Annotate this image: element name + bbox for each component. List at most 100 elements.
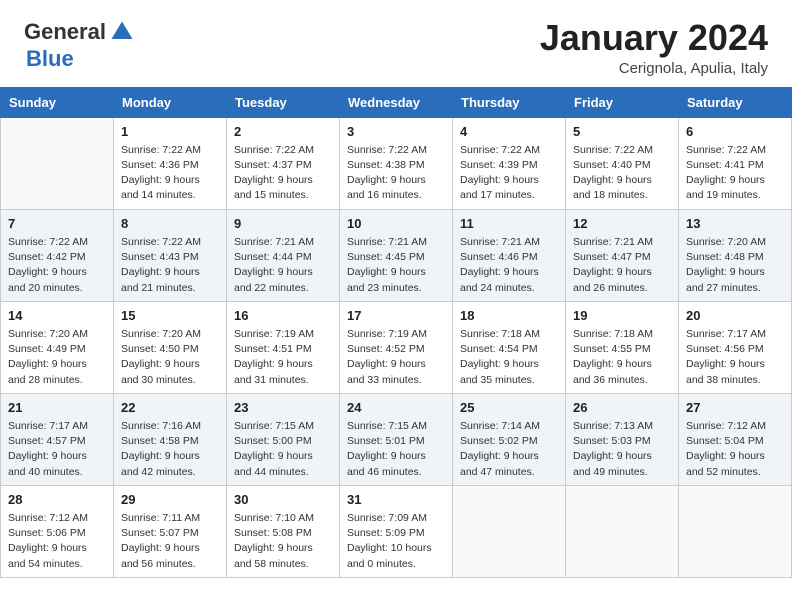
col-header-monday: Monday xyxy=(114,87,227,117)
col-header-wednesday: Wednesday xyxy=(340,87,453,117)
calendar-cell: 5 Sunrise: 7:22 AMSunset: 4:40 PMDaylight… xyxy=(566,117,679,209)
day-info: Sunrise: 7:18 AMSunset: 4:54 PMDaylight:… xyxy=(460,327,558,388)
day-number: 21 xyxy=(8,399,106,417)
day-number: 23 xyxy=(234,399,332,417)
day-number: 10 xyxy=(347,215,445,233)
calendar-cell: 1 Sunrise: 7:22 AMSunset: 4:36 PMDaylight… xyxy=(114,117,227,209)
day-number: 18 xyxy=(460,307,558,325)
calendar-cell: 8Sunrise: 7:22 AMSunset: 4:43 PMDaylight… xyxy=(114,209,227,301)
col-header-friday: Friday xyxy=(566,87,679,117)
calendar-cell xyxy=(1,117,114,209)
day-number: 24 xyxy=(347,399,445,417)
logo-general: General xyxy=(24,19,106,45)
day-info: Sunrise: 7:22 AMSunset: 4:37 PMDaylight:… xyxy=(234,143,332,204)
calendar-cell: 27Sunrise: 7:12 AMSunset: 5:04 PMDayligh… xyxy=(679,393,792,485)
day-number: 17 xyxy=(347,307,445,325)
day-number: 5 xyxy=(573,123,671,141)
day-number: 31 xyxy=(347,491,445,509)
day-number: 14 xyxy=(8,307,106,325)
logo-blue: Blue xyxy=(26,46,74,71)
col-header-sunday: Sunday xyxy=(1,87,114,117)
day-info: Sunrise: 7:16 AMSunset: 4:58 PMDaylight:… xyxy=(121,419,219,480)
day-info: Sunrise: 7:15 AMSunset: 5:01 PMDaylight:… xyxy=(347,419,445,480)
day-number: 8 xyxy=(121,215,219,233)
calendar-cell: 23Sunrise: 7:15 AMSunset: 5:00 PMDayligh… xyxy=(227,393,340,485)
day-info: Sunrise: 7:14 AMSunset: 5:02 PMDaylight:… xyxy=(460,419,558,480)
day-info: Sunrise: 7:12 AMSunset: 5:04 PMDaylight:… xyxy=(686,419,784,480)
day-info: Sunrise: 7:11 AMSunset: 5:07 PMDaylight:… xyxy=(121,511,219,572)
day-number: 6 xyxy=(686,123,784,141)
day-number: 19 xyxy=(573,307,671,325)
day-number: 20 xyxy=(686,307,784,325)
calendar-cell: 25Sunrise: 7:14 AMSunset: 5:02 PMDayligh… xyxy=(453,393,566,485)
day-info: Sunrise: 7:17 AMSunset: 4:57 PMDaylight:… xyxy=(8,419,106,480)
day-number: 28 xyxy=(8,491,106,509)
calendar-cell: 17Sunrise: 7:19 AMSunset: 4:52 PMDayligh… xyxy=(340,301,453,393)
page-header: General Blue January 2024 Cerignola, Apu… xyxy=(0,0,792,87)
day-number: 11 xyxy=(460,215,558,233)
logo-icon xyxy=(108,18,136,46)
day-info: Sunrise: 7:20 AMSunset: 4:50 PMDaylight:… xyxy=(121,327,219,388)
calendar-cell: 22Sunrise: 7:16 AMSunset: 4:58 PMDayligh… xyxy=(114,393,227,485)
col-header-tuesday: Tuesday xyxy=(227,87,340,117)
calendar-cell: 4 Sunrise: 7:22 AMSunset: 4:39 PMDaylight… xyxy=(453,117,566,209)
calendar-cell: 10 Sunrise: 7:21 AMSunset: 4:45 PMDayligh… xyxy=(340,209,453,301)
day-info: Sunrise: 7:12 AMSunset: 5:06 PMDaylight:… xyxy=(8,511,106,572)
day-info: Sunrise: 7:21 AMSunset: 4:45 PMDaylight:… xyxy=(347,235,445,296)
calendar-cell: 28 Sunrise: 7:12 AMSunset: 5:06 PMDayligh… xyxy=(1,485,114,577)
day-number: 13 xyxy=(686,215,784,233)
calendar-cell: 7Sunrise: 7:22 AMSunset: 4:42 PMDaylight… xyxy=(1,209,114,301)
day-number: 29 xyxy=(121,491,219,509)
day-number: 1 xyxy=(121,123,219,141)
day-number: 26 xyxy=(573,399,671,417)
calendar-cell: 13Sunrise: 7:20 AMSunset: 4:48 PMDayligh… xyxy=(679,209,792,301)
calendar-cell: 30 Sunrise: 7:10 AMSunset: 5:08 PMDayligh… xyxy=(227,485,340,577)
calendar-cell: 26 Sunrise: 7:13 AMSunset: 5:03 PMDayligh… xyxy=(566,393,679,485)
day-info: Sunrise: 7:18 AMSunset: 4:55 PMDaylight:… xyxy=(573,327,671,388)
day-info: Sunrise: 7:21 AMSunset: 4:44 PMDaylight:… xyxy=(234,235,332,296)
calendar-cell: 15 Sunrise: 7:20 AMSunset: 4:50 PMDayligh… xyxy=(114,301,227,393)
day-number: 3 xyxy=(347,123,445,141)
day-info: Sunrise: 7:21 AMSunset: 4:47 PMDaylight:… xyxy=(573,235,671,296)
logo: General Blue xyxy=(24,18,136,72)
day-number: 7 xyxy=(8,215,106,233)
day-info: Sunrise: 7:22 AMSunset: 4:38 PMDaylight:… xyxy=(347,143,445,204)
day-info: Sunrise: 7:17 AMSunset: 4:56 PMDaylight:… xyxy=(686,327,784,388)
calendar-cell: 12 Sunrise: 7:21 AMSunset: 4:47 PMDayligh… xyxy=(566,209,679,301)
day-info: Sunrise: 7:22 AMSunset: 4:39 PMDaylight:… xyxy=(460,143,558,204)
calendar-cell: 11 Sunrise: 7:21 AMSunset: 4:46 PMDayligh… xyxy=(453,209,566,301)
day-info: Sunrise: 7:09 AMSunset: 5:09 PMDaylight:… xyxy=(347,511,445,572)
day-info: Sunrise: 7:22 AMSunset: 4:36 PMDaylight:… xyxy=(121,143,219,204)
calendar-table: SundayMondayTuesdayWednesdayThursdayFrid… xyxy=(0,87,792,578)
calendar-cell: 20 Sunrise: 7:17 AMSunset: 4:56 PMDayligh… xyxy=(679,301,792,393)
day-number: 9 xyxy=(234,215,332,233)
calendar-cell: 2 Sunrise: 7:22 AMSunset: 4:37 PMDaylight… xyxy=(227,117,340,209)
day-info: Sunrise: 7:13 AMSunset: 5:03 PMDaylight:… xyxy=(573,419,671,480)
day-number: 2 xyxy=(234,123,332,141)
calendar-cell xyxy=(453,485,566,577)
day-info: Sunrise: 7:22 AMSunset: 4:41 PMDaylight:… xyxy=(686,143,784,204)
day-number: 16 xyxy=(234,307,332,325)
day-number: 30 xyxy=(234,491,332,509)
day-number: 4 xyxy=(460,123,558,141)
day-number: 12 xyxy=(573,215,671,233)
day-info: Sunrise: 7:20 AMSunset: 4:49 PMDaylight:… xyxy=(8,327,106,388)
calendar-cell: 31 Sunrise: 7:09 AMSunset: 5:09 PMDayligh… xyxy=(340,485,453,577)
day-number: 15 xyxy=(121,307,219,325)
calendar-cell: 29 Sunrise: 7:11 AMSunset: 5:07 PMDayligh… xyxy=(114,485,227,577)
day-info: Sunrise: 7:21 AMSunset: 4:46 PMDaylight:… xyxy=(460,235,558,296)
month-title: January 2024 xyxy=(540,18,768,58)
calendar-cell: 21 Sunrise: 7:17 AMSunset: 4:57 PMDayligh… xyxy=(1,393,114,485)
calendar-cell: 24 Sunrise: 7:15 AMSunset: 5:01 PMDayligh… xyxy=(340,393,453,485)
day-info: Sunrise: 7:22 AMSunset: 4:40 PMDaylight:… xyxy=(573,143,671,204)
calendar-cell: 19 Sunrise: 7:18 AMSunset: 4:55 PMDayligh… xyxy=(566,301,679,393)
calendar-cell: 3 Sunrise: 7:22 AMSunset: 4:38 PMDaylight… xyxy=(340,117,453,209)
col-header-thursday: Thursday xyxy=(453,87,566,117)
calendar-cell: 9 Sunrise: 7:21 AMSunset: 4:44 PMDaylight… xyxy=(227,209,340,301)
col-header-saturday: Saturday xyxy=(679,87,792,117)
title-block: January 2024 Cerignola, Apulia, Italy xyxy=(540,18,768,77)
location-title: Cerignola, Apulia, Italy xyxy=(540,60,768,77)
calendar-cell: 16 Sunrise: 7:19 AMSunset: 4:51 PMDayligh… xyxy=(227,301,340,393)
day-info: Sunrise: 7:10 AMSunset: 5:08 PMDaylight:… xyxy=(234,511,332,572)
day-info: Sunrise: 7:19 AMSunset: 4:51 PMDaylight:… xyxy=(234,327,332,388)
